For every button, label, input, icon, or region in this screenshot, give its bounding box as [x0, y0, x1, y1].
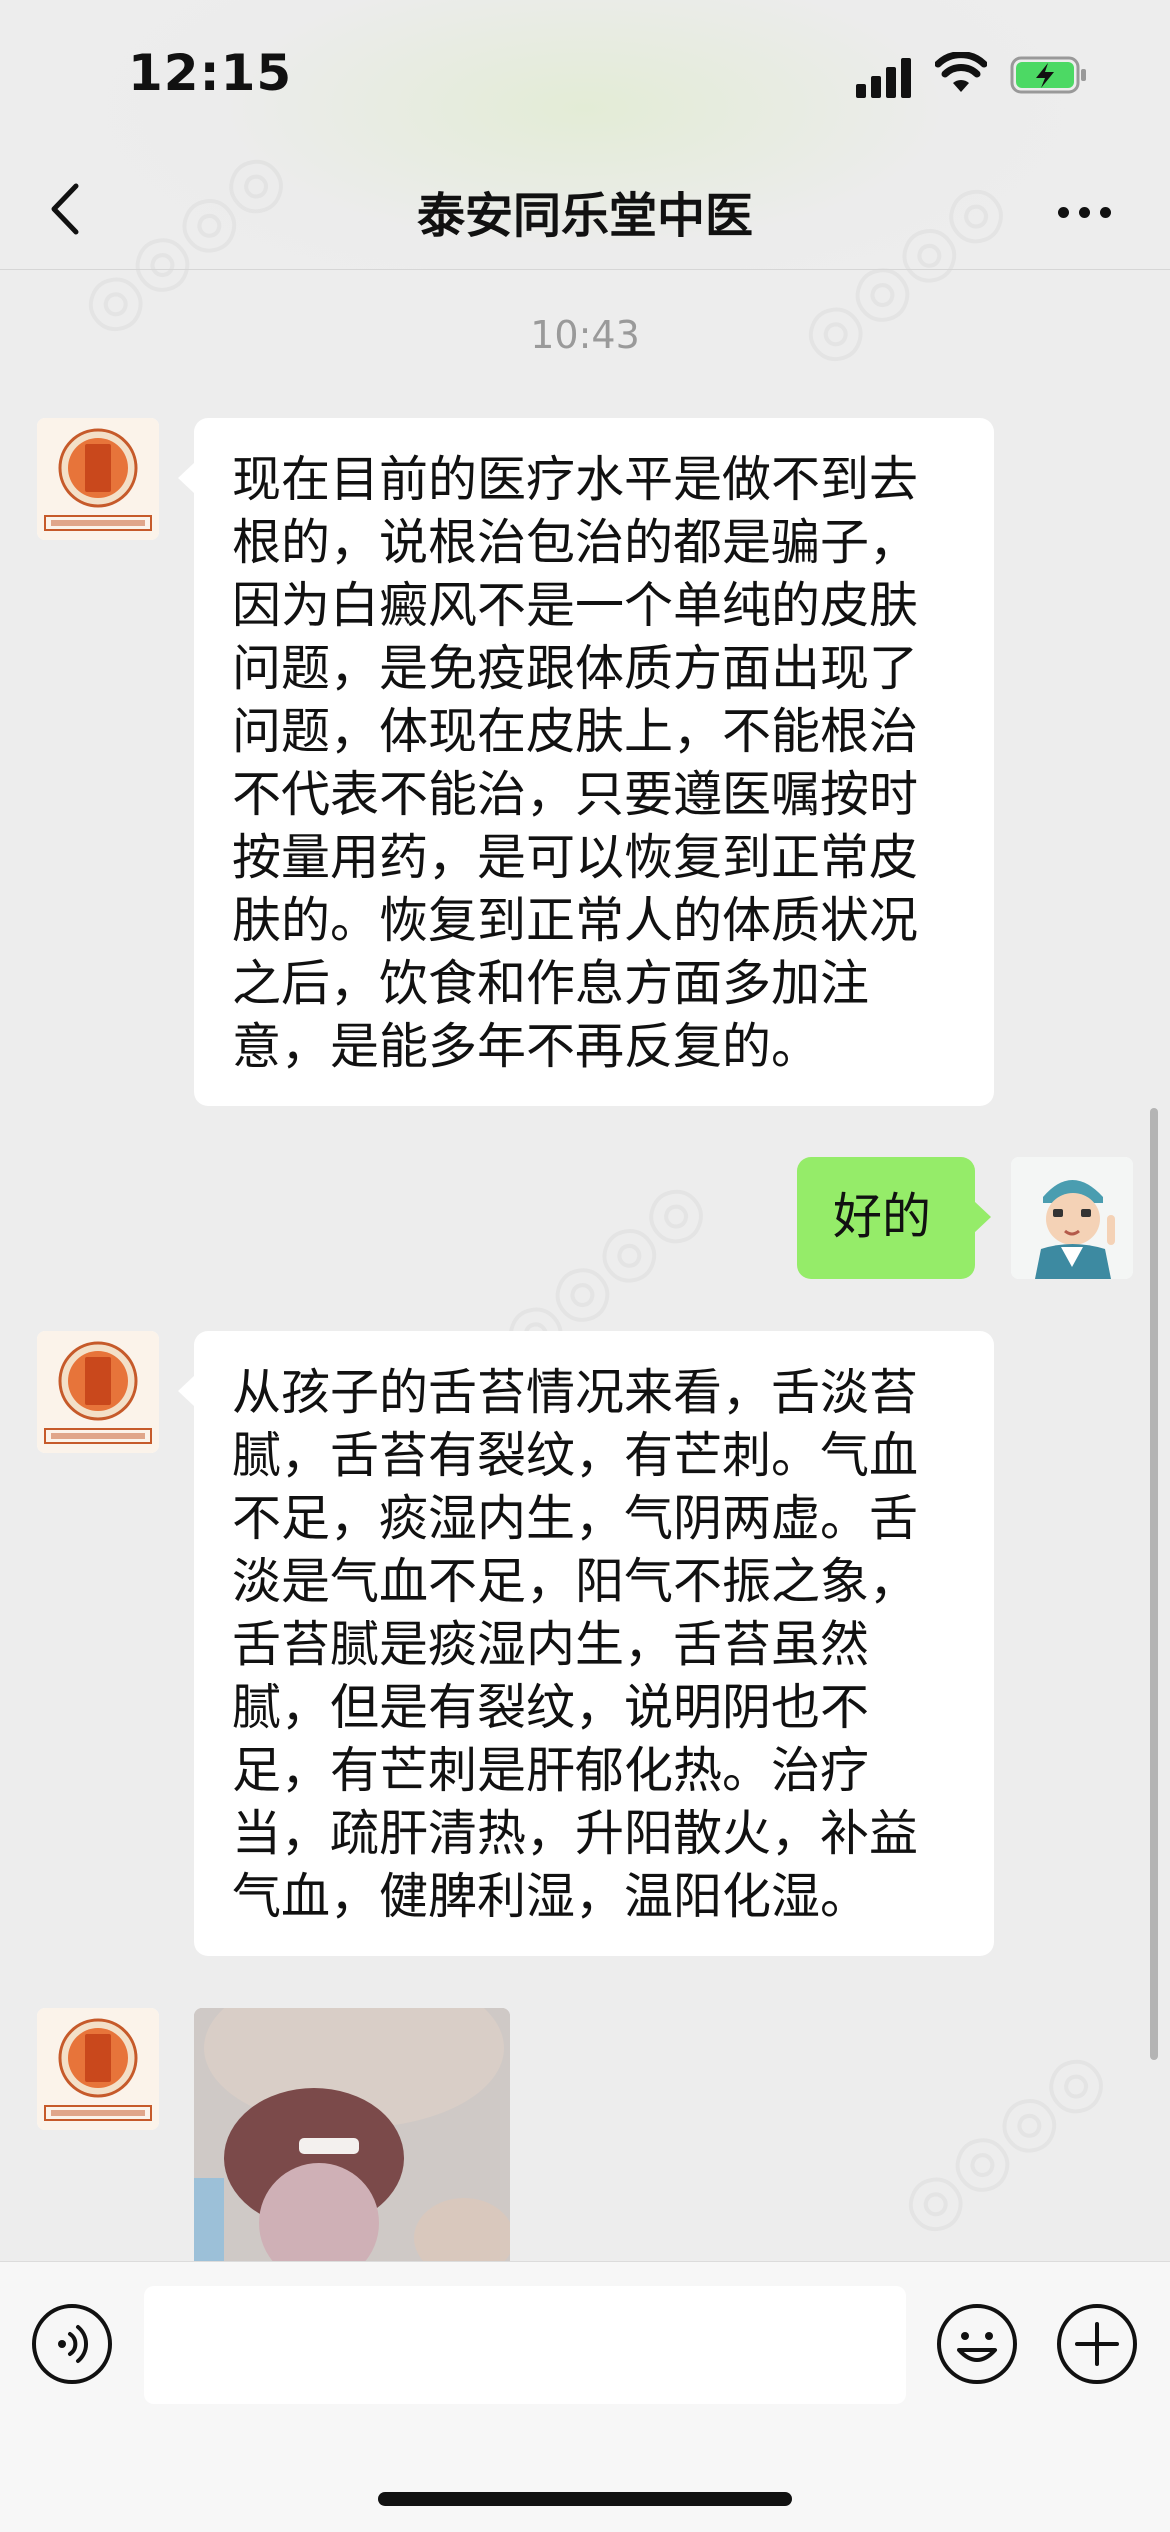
message-input[interactable]	[144, 2286, 906, 2404]
tongue-photo[interactable]	[194, 2008, 510, 2261]
scrollbar[interactable]	[1150, 1108, 1158, 2060]
message-bubble-incoming[interactable]: 现在目前的医疗水平是做不到去 根的，说根治包治的都是骗子， 因为白癜风不是一个单…	[178, 418, 994, 1106]
battery-charging-icon	[1010, 56, 1086, 94]
clinic-avatar[interactable]	[37, 418, 159, 540]
status-bar: 12:15	[0, 0, 1170, 150]
voice-icon[interactable]	[30, 2302, 114, 2386]
message-bubble-outgoing[interactable]: 好的	[797, 1157, 991, 1279]
status-time: 12:15	[128, 44, 293, 102]
emoji-icon[interactable]	[935, 2302, 1019, 2386]
nav-bar: 泰安同乐堂中医	[0, 150, 1170, 270]
wifi-icon	[935, 52, 987, 92]
message-bubble-incoming[interactable]: 从孩子的舌苔情况来看，舌淡苔 腻，舌苔有裂纹，有芒刺。气血 不足，痰湿内生，气阴…	[178, 1331, 994, 1956]
message-text: 现在目前的医疗水平是做不到去 根的，说根治包治的都是骗子， 因为白癜风不是一个单…	[232, 451, 919, 1075]
chat-screen: ◎◎◎◎ ◎◎◎◎ ◎◎◎◎ ◎◎◎◎ 12:15 泰安同乐堂中医	[0, 0, 1170, 2532]
clinic-logo-icon	[37, 418, 159, 540]
doctor-cartoon-icon	[1011, 1157, 1133, 1279]
more-dots-icon[interactable]	[1050, 180, 1120, 240]
clinic-avatar[interactable]	[37, 2008, 159, 2130]
message-list[interactable]: 10:43 现在目前的医疗水平是做不到去 根的，说根治包治的都是骗子， 因为白癜…	[0, 271, 1170, 2261]
message-text: 从孩子的舌苔情况来看，舌淡苔 腻，舌苔有裂纹，有芒刺。气血 不足，痰湿内生，气阴…	[232, 1364, 919, 1925]
clinic-logo-icon	[37, 1331, 159, 1453]
user-avatar[interactable]	[1011, 1157, 1133, 1279]
message-text: 好的	[833, 1188, 932, 1245]
clinic-avatar[interactable]	[37, 1331, 159, 1453]
plus-icon[interactable]	[1055, 2302, 1139, 2386]
chat-title: 泰安同乐堂中医	[416, 188, 753, 244]
cellular-signal-icon	[856, 58, 916, 98]
clinic-logo-icon	[37, 2008, 159, 2130]
message-timestamp: 10:43	[530, 313, 640, 357]
tongue-photo-image	[194, 2008, 510, 2261]
input-bar	[0, 2261, 1170, 2532]
home-indicator[interactable]	[378, 2492, 792, 2506]
